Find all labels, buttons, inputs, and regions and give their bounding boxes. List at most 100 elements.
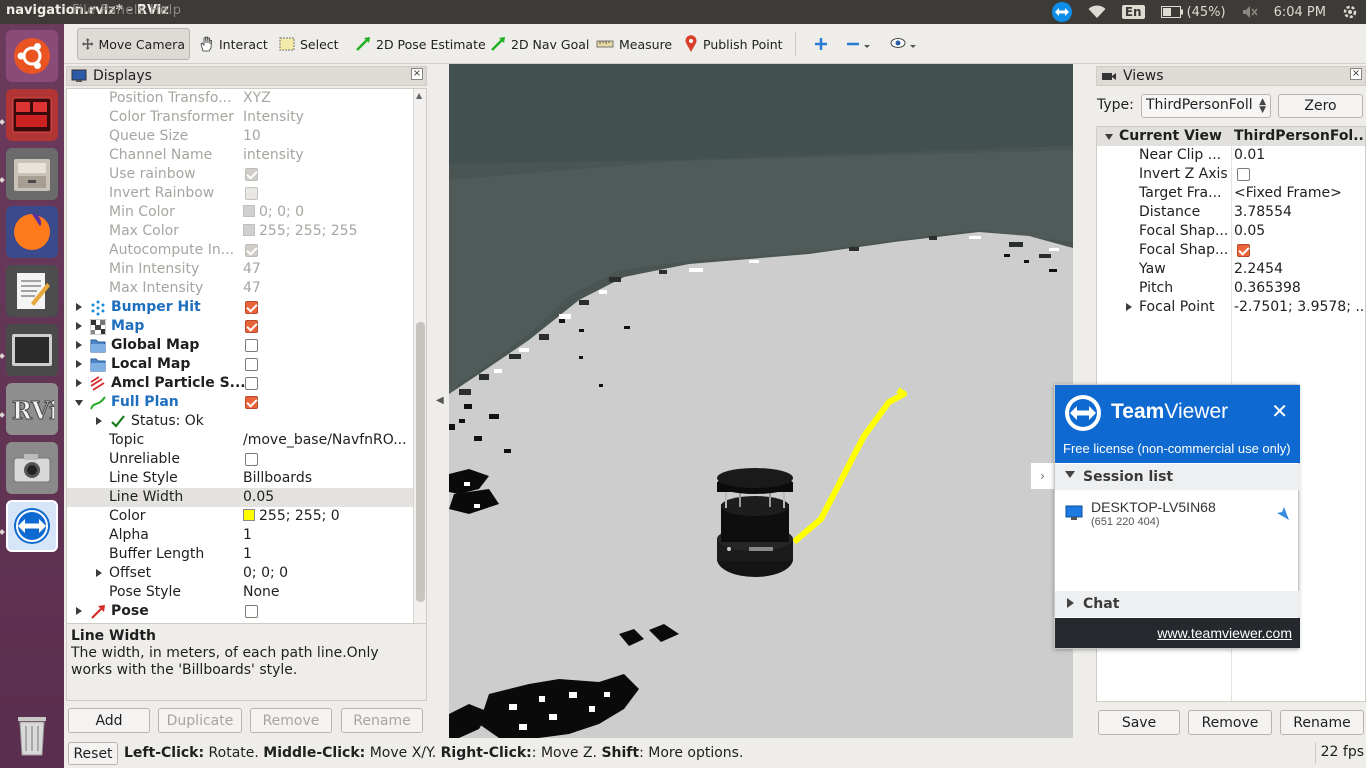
expand-arrow-icon[interactable] xyxy=(1126,303,1132,311)
tree-row[interactable]: Buffer Length 1 xyxy=(67,545,414,564)
collapse-arrow-icon[interactable] xyxy=(75,400,83,406)
tree-row[interactable]: Min Color 0; 0; 0 xyxy=(67,203,414,222)
expand-arrow-icon[interactable] xyxy=(76,607,82,615)
duplicate-display-button[interactable]: Duplicate xyxy=(158,708,242,733)
display-local-map[interactable]: Local Map xyxy=(67,355,414,374)
2d-nav-goal-tool[interactable]: 2D Nav Goal xyxy=(486,30,593,58)
tree-row[interactable]: Offset 0; 0; 0 xyxy=(67,564,414,583)
local-map-checkbox[interactable] xyxy=(245,358,258,371)
expand-arrow-icon[interactable] xyxy=(76,379,82,387)
amcl-particles-checkbox[interactable] xyxy=(245,377,258,390)
tree-row[interactable]: Autocompute In... xyxy=(67,241,414,260)
tree-row[interactable]: Position Transfo... XYZ xyxy=(67,89,414,108)
keyboard-language[interactable]: En xyxy=(1114,0,1153,24)
display-pose[interactable]: Pose xyxy=(67,602,414,621)
expand-arrow-icon[interactable] xyxy=(96,569,102,577)
autocompute-checkbox[interactable] xyxy=(245,244,258,257)
terminal-icon[interactable] xyxy=(6,89,58,141)
close-icon[interactable]: × xyxy=(1350,68,1362,80)
remove-tool-button[interactable] xyxy=(842,30,876,58)
teamviewer-launcher-icon[interactable] xyxy=(6,500,58,552)
tree-row[interactable]: Max Intensity 47 xyxy=(67,279,414,298)
tree-row[interactable]: Color 255; 255; 0 xyxy=(67,507,414,526)
expand-arrow-icon[interactable] xyxy=(76,303,82,311)
tree-row[interactable]: Queue Size 10 xyxy=(67,127,414,146)
connect-arrow-icon[interactable] xyxy=(1276,507,1290,521)
tree-row[interactable]: Max Color 255; 255; 255 xyxy=(67,222,414,241)
trash-icon[interactable] xyxy=(6,709,58,761)
close-icon[interactable]: ✕ xyxy=(1271,399,1288,423)
focal-shape-checkbox[interactable] xyxy=(1237,244,1250,257)
use-rainbow-checkbox[interactable] xyxy=(245,168,258,181)
display-map[interactable]: Map xyxy=(67,317,414,336)
power-gear-icon[interactable] xyxy=(1334,0,1366,24)
bumper-hit-checkbox[interactable] xyxy=(245,301,258,314)
display-global-map[interactable]: Global Map xyxy=(67,336,414,355)
collapse-arrow-icon[interactable] xyxy=(1105,134,1113,140)
color-swatch[interactable] xyxy=(243,509,255,521)
chat-header[interactable]: Chat xyxy=(1055,591,1300,617)
expand-arrow-icon[interactable] xyxy=(96,417,102,425)
collapse-left-handle[interactable]: ◀ xyxy=(436,395,444,406)
camera-icon[interactable] xyxy=(6,442,58,494)
rename-view-button[interactable]: Rename xyxy=(1280,710,1364,735)
screen-icon[interactable] xyxy=(6,324,58,376)
volume-icon[interactable] xyxy=(1234,0,1266,24)
publish-point-tool[interactable]: Publish Point xyxy=(680,30,787,58)
pose-checkbox[interactable] xyxy=(245,605,258,618)
ubuntu-icon[interactable] xyxy=(6,30,58,82)
unreliable-checkbox[interactable] xyxy=(245,453,258,466)
interact-tool[interactable]: Interact xyxy=(194,30,272,58)
close-icon[interactable]: × xyxy=(411,68,423,80)
expand-arrow-icon[interactable] xyxy=(76,341,82,349)
tree-row[interactable]: Pose Style None xyxy=(67,583,414,602)
displays-scrollbar[interactable]: ▲ ▼ xyxy=(413,89,426,683)
remove-view-button[interactable]: Remove xyxy=(1188,710,1272,735)
firefox-icon[interactable] xyxy=(6,206,58,258)
teamviewer-link[interactable]: www.teamviewer.com xyxy=(1157,625,1292,641)
tree-row[interactable]: Min Intensity 47 xyxy=(67,260,414,279)
3d-render-view[interactable] xyxy=(449,64,1073,738)
map-checkbox[interactable] xyxy=(245,320,258,333)
display-amcl-particles[interactable]: Amcl Particle S... xyxy=(67,374,414,393)
app-menu[interactable]: File Panels Help xyxy=(72,3,182,18)
select-tool[interactable]: Select xyxy=(275,30,343,58)
status-row[interactable]: Status: Ok xyxy=(67,412,414,431)
display-full-plan[interactable]: Full Plan xyxy=(67,393,414,412)
expand-arrow-icon[interactable] xyxy=(76,360,82,368)
2d-pose-estimate-tool[interactable]: 2D Pose Estimate xyxy=(351,30,490,58)
session-entry[interactable]: DESKTOP-LV5IN68 (651 220 404) xyxy=(1055,493,1300,533)
move-camera-tool[interactable]: Move Camera xyxy=(77,28,190,60)
tree-row[interactable]: Channel Name intensity xyxy=(67,146,414,165)
tree-row[interactable]: Alpha 1 xyxy=(67,526,414,545)
expand-arrow-icon[interactable] xyxy=(76,322,82,330)
remove-display-button[interactable]: Remove xyxy=(250,708,332,733)
tree-row[interactable]: Invert Rainbow xyxy=(67,184,414,203)
wifi-icon[interactable] xyxy=(1080,0,1114,24)
save-view-button[interactable]: Save xyxy=(1098,710,1180,735)
display-bumper-hit[interactable]: Bumper Hit xyxy=(67,298,414,317)
panels-visibility-button[interactable] xyxy=(886,30,922,58)
session-list-header[interactable]: Session list xyxy=(1055,464,1300,490)
rviz-icon[interactable]: RViz xyxy=(6,383,58,435)
invert-rainbow-checkbox[interactable] xyxy=(245,187,258,200)
full-plan-checkbox[interactable] xyxy=(245,396,258,409)
tree-row[interactable]: Topic/move_base/NavfnRO... xyxy=(67,431,414,450)
invert-z-checkbox[interactable] xyxy=(1237,168,1250,181)
teamviewer-collapse-handle[interactable]: › xyxy=(1030,462,1054,490)
tree-row[interactable]: Unreliable xyxy=(67,450,414,469)
measure-tool[interactable]: Measure xyxy=(592,30,676,58)
tree-row-selected[interactable]: Line Width 0.05 xyxy=(67,488,414,507)
global-map-checkbox[interactable] xyxy=(245,339,258,352)
tree-row[interactable]: Use rainbow xyxy=(67,165,414,184)
add-tool-button[interactable] xyxy=(810,30,832,58)
scrollbar-thumb[interactable] xyxy=(416,322,425,602)
rename-display-button[interactable]: Rename xyxy=(341,708,423,733)
reset-button[interactable]: Reset xyxy=(68,742,118,765)
battery-indicator[interactable]: (45%) xyxy=(1153,0,1234,24)
zero-button[interactable]: Zero xyxy=(1278,94,1363,118)
clock[interactable]: 6:04 PM xyxy=(1266,0,1334,24)
tree-row[interactable]: Color Transformer Intensity xyxy=(67,108,414,127)
tree-row[interactable]: Line Style Billboards xyxy=(67,469,414,488)
add-display-button[interactable]: Add xyxy=(68,708,150,733)
